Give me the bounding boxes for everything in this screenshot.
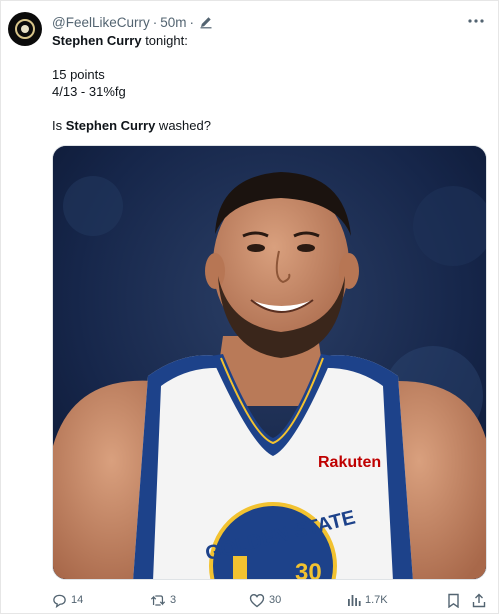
reply-button[interactable]: 14: [52, 590, 83, 610]
edit-icon: [200, 17, 212, 29]
tweet-card[interactable]: @FeelLikeCurry · 50m · Stephen Curry ton…: [0, 0, 499, 614]
repost-button[interactable]: 3: [150, 590, 176, 610]
tweet-header: @FeelLikeCurry · 50m ·: [52, 13, 213, 31]
bookmark-icon: [448, 593, 459, 608]
tweet-actions: 14 3 30 1.7K: [52, 590, 488, 610]
jersey-number: 30: [295, 559, 322, 580]
header-separator: ·: [152, 14, 158, 30]
avatar-center: [21, 25, 29, 33]
tweet-text: washed?: [155, 118, 211, 133]
jersey-sponsor: Rakuten: [318, 454, 381, 471]
repost-icon: [150, 594, 166, 606]
views-icon: [348, 595, 361, 606]
reply-icon: [53, 594, 66, 608]
more-icon[interactable]: [466, 12, 486, 30]
like-button[interactable]: 30: [249, 590, 281, 610]
like-count: 30: [269, 594, 282, 606]
share-button[interactable]: [472, 590, 486, 610]
author-handle[interactable]: @FeelLikeCurry: [52, 15, 150, 30]
tweet-time[interactable]: 50m: [160, 15, 186, 30]
bookmark-button[interactable]: [447, 590, 460, 610]
player-photo: Rakuten GOLDEN STATE 30: [53, 146, 486, 580]
tweet-text-line: Is Stephen Curry washed?: [52, 117, 211, 134]
mention-stephen-curry: Stephen Curry: [65, 118, 156, 133]
share-icon: [472, 593, 486, 607]
tweet-text: Is: [52, 118, 66, 133]
tweet-text-line: Stephen Curry tonight:: [52, 32, 188, 49]
tweet-text-line: 15 points: [52, 67, 105, 82]
tweet-photo[interactable]: Rakuten GOLDEN STATE 30: [52, 145, 487, 580]
like-icon: [249, 593, 265, 607]
tweet-text: tonight:: [141, 33, 188, 48]
header-separator: ·: [189, 14, 195, 30]
reply-count: 14: [71, 594, 84, 606]
tweet-text-line: 4/13 - 31%fg: [52, 84, 126, 99]
mention-stephen-curry: Stephen Curry: [52, 33, 142, 48]
view-count: 1.7K: [365, 594, 388, 606]
views-button[interactable]: 1.7K: [347, 590, 388, 610]
avatar[interactable]: [8, 12, 42, 46]
repost-count: 3: [170, 594, 177, 606]
